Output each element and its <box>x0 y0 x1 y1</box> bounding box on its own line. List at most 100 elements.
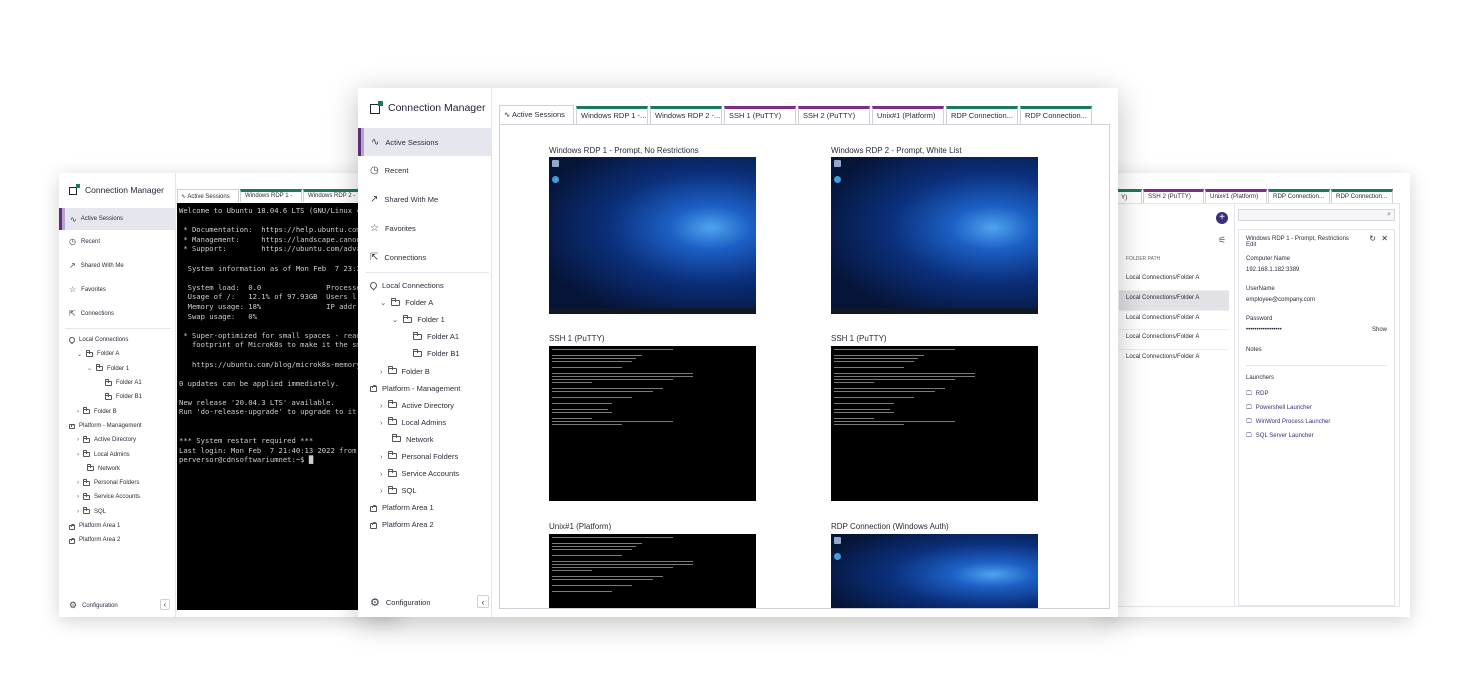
chevron-down-icon[interactable]: ⌄ <box>87 365 92 372</box>
session-thumbnail-ssh-1b[interactable] <box>831 346 1038 501</box>
tab-rdp-connection-2[interactable]: RDP Connection... <box>1020 106 1092 124</box>
tree-folder-1[interactable]: ⌄ Folder 1 <box>69 362 142 376</box>
launcher-sql[interactable]: 🖵 SQL Server Launcher <box>1246 433 1387 440</box>
collapse-sidebar-button[interactable]: ‹ <box>477 595 489 608</box>
tab-rdp-connection-1[interactable]: RDP Connection... <box>946 106 1018 124</box>
tree-active-directory[interactable]: › Active Directory <box>69 433 142 447</box>
collapse-sidebar-button[interactable]: ‹ <box>160 599 170 610</box>
tab-windows-rdp-1[interactable]: Windows RDP 1 -... <box>576 106 648 124</box>
chevron-right-icon[interactable]: › <box>380 401 383 410</box>
tab-windows-rdp-1[interactable]: Windows RDP 1 - <box>240 189 302 202</box>
chevron-right-icon[interactable]: › <box>380 486 383 495</box>
tab-ssh-2[interactable]: SSH 2 (PuTTY) <box>1143 189 1204 203</box>
nav-recent[interactable]: ◷ Recent <box>69 237 100 246</box>
nav-configuration[interactable]: ⚙ Configuration <box>370 596 431 609</box>
tab-active-sessions[interactable]: ∿ Active Sessions <box>177 189 239 202</box>
tree-network[interactable]: Network <box>370 431 460 448</box>
table-row[interactable]: Local Connections/Folder A <box>1119 271 1229 291</box>
tree-platform-area-2[interactable]: Platform Area 2 <box>69 533 142 547</box>
tree-sql[interactable]: › SQL <box>69 505 142 519</box>
session-thumbnail-rdp-1[interactable] <box>549 157 756 314</box>
tab-ssh-2[interactable]: SSH 2 (PuTTY) <box>798 106 870 124</box>
tree-service-accounts[interactable]: › Service Accounts <box>69 490 142 504</box>
tree-folder-b[interactable]: › Folder B <box>370 362 460 379</box>
tab-windows-rdp-2[interactable]: Windows RDP 2 - <box>303 189 365 202</box>
table-row[interactable]: Local Connections/Folder A <box>1119 290 1229 311</box>
nav-favorites[interactable]: ☆ Favorites <box>69 285 106 294</box>
tree-local-admins[interactable]: › Local Admins <box>370 414 460 431</box>
tab-ssh-1[interactable]: SSH 1 (PuTTY) <box>724 106 796 124</box>
launcher-winword[interactable]: 🖵 WinWord Process Launcher <box>1246 419 1387 426</box>
chevron-right-icon[interactable]: › <box>77 494 79 500</box>
nav-recent[interactable]: ◷ Recent <box>370 165 409 176</box>
chevron-right-icon[interactable]: › <box>77 409 79 415</box>
tree-network[interactable]: Network <box>69 462 142 476</box>
chevron-right-icon[interactable]: › <box>77 437 79 443</box>
launcher-powershell[interactable]: 🖵 Powershell Launcher <box>1246 405 1387 412</box>
tab-unix-1[interactable]: Unix#1 (Platform) <box>1205 189 1267 203</box>
tree-platform-area-1[interactable]: Platform Area 1 <box>370 499 460 516</box>
chevron-right-icon[interactable]: › <box>380 452 383 461</box>
tree-label: SQL <box>94 508 107 515</box>
session-thumbnail-rdp-2[interactable] <box>831 157 1038 314</box>
chevron-down-icon[interactable]: ⌄ <box>392 315 398 324</box>
table-row[interactable]: Local Connections/Folder A <box>1119 350 1229 370</box>
chevron-right-icon[interactable]: › <box>77 480 79 486</box>
tab-windows-rdp-2[interactable]: Windows RDP 2 -... <box>650 106 722 124</box>
tree-folder-b[interactable]: › Folder B <box>69 404 142 418</box>
nav-shared[interactable]: ↗ Shared With Me <box>69 261 124 270</box>
tree-personal-folders[interactable]: › Personal Folders <box>370 448 460 465</box>
close-icon[interactable]: ✕ <box>1381 234 1388 243</box>
tab-active-sessions[interactable]: ∿ Active Sessions <box>499 105 574 124</box>
tree-folder-a1[interactable]: Folder A1 <box>69 376 142 390</box>
nav-connections[interactable]: ⇱ Connections <box>69 309 114 318</box>
tree-folder-b1[interactable]: Folder B1 <box>370 345 460 362</box>
chevron-down-icon[interactable]: ⌄ <box>77 351 82 358</box>
tab-unix-1[interactable]: Unix#1 (Platform) <box>872 106 944 124</box>
nav-favorites[interactable]: ☆ Favorites <box>370 223 416 234</box>
refresh-icon[interactable]: ↻ <box>1369 234 1376 243</box>
tree-service-accounts[interactable]: › Service Accounts <box>370 465 460 482</box>
tab-rdp-connection-1[interactable]: RDP Connection... <box>1268 189 1330 203</box>
tree-platform-area-2[interactable]: Platform Area 2 <box>370 516 460 533</box>
tree-platform-area-1[interactable]: Platform Area 1 <box>69 519 142 533</box>
show-password-button[interactable]: Show <box>1372 327 1387 333</box>
chevron-right-icon[interactable]: › <box>77 452 79 458</box>
nav-active-sessions[interactable]: ∿ Active Sessions <box>358 128 491 156</box>
chevron-right-icon[interactable]: › <box>380 469 383 478</box>
tab-rdp-connection-2[interactable]: RDP Connection... <box>1331 189 1393 203</box>
tree-folder-a1[interactable]: Folder A1 <box>370 328 460 345</box>
tree-sql[interactable]: › SQL <box>370 482 460 499</box>
session-thumbnail-ssh-1[interactable] <box>549 346 756 501</box>
nav-active-sessions[interactable]: ∿ Active Sessions <box>59 208 175 230</box>
tree-local-connections[interactable]: Local Connections <box>67 333 142 347</box>
table-row[interactable]: Local Connections/Folder A <box>1119 330 1229 351</box>
tree-folder-1[interactable]: ⌄ Folder 1 <box>370 311 460 328</box>
tree-label: Local Admins <box>401 417 447 427</box>
session-thumbnail-rdp-connection[interactable] <box>831 534 1038 608</box>
edit-link[interactable]: Edit <box>1246 242 1387 248</box>
session-thumbnail-unix-1[interactable] <box>549 534 756 608</box>
chevron-right-icon[interactable]: › <box>380 367 383 376</box>
tree-active-directory[interactable]: › Active Directory <box>370 397 460 414</box>
chevron-right-icon[interactable]: › <box>77 509 79 515</box>
tree-platform-management[interactable]: Platform - Management <box>69 419 142 433</box>
tree-local-admins[interactable]: › Local Admins <box>69 447 142 461</box>
tree-platform-management[interactable]: Platform - Management <box>370 380 460 397</box>
nav-shared[interactable]: ↗ Shared With Me <box>370 194 438 205</box>
tree-personal-folders[interactable]: › Personal Folders <box>69 476 142 490</box>
tree-folder-b1[interactable]: Folder B1 <box>69 390 142 404</box>
tree-local-connections[interactable]: Local Connections <box>368 277 460 294</box>
table-row[interactable]: Local Connections/Folder A <box>1119 311 1229 331</box>
tree-folder-a[interactable]: ⌄ Folder A <box>69 347 142 361</box>
add-button[interactable]: + <box>1216 212 1228 224</box>
folder-icon <box>413 331 422 340</box>
nav-configuration[interactable]: ⚙ Configuration <box>69 600 118 611</box>
launcher-rdp[interactable]: 🖵 RDP <box>1246 391 1387 398</box>
chevron-right-icon[interactable]: › <box>380 418 383 427</box>
filter-icon[interactable]: ⚟ <box>1218 235 1226 246</box>
nav-connections[interactable]: ⇱ Connections <box>370 252 426 263</box>
chevron-down-icon[interactable]: ⌄ <box>380 298 386 307</box>
search-box[interactable]: ⌕ <box>1238 209 1395 221</box>
tree-folder-a[interactable]: ⌄ Folder A <box>370 294 460 311</box>
